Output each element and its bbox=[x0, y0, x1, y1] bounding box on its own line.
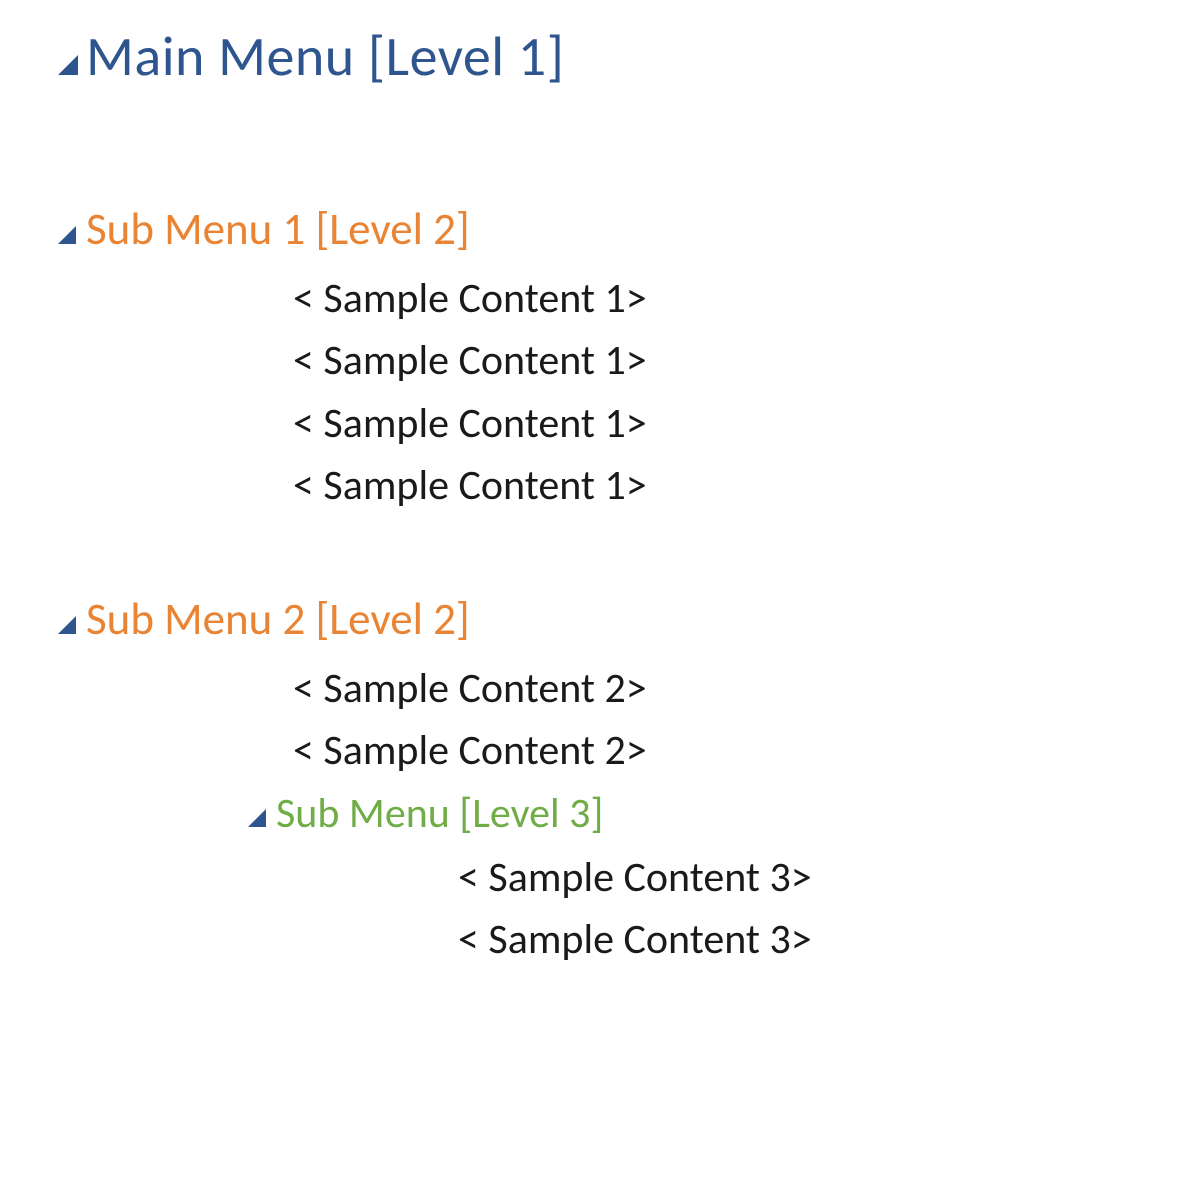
collapse-triangle-icon[interactable] bbox=[58, 592, 86, 648]
heading-level-3-text: Sub Menu [Level 3] bbox=[276, 788, 603, 841]
heading-level-2[interactable]: Sub Menu 1 [Level 2] bbox=[58, 202, 1177, 258]
heading-level-1-text: Main Menu [Level 1] bbox=[86, 22, 564, 92]
content-line: < Sample Content 1> bbox=[293, 455, 1177, 517]
content-line: < Sample Content 1> bbox=[293, 330, 1177, 392]
content-line: < Sample Content 2> bbox=[293, 658, 1177, 720]
heading-level-1[interactable]: Main Menu [Level 1] bbox=[58, 22, 1177, 92]
content-line: < Sample Content 1> bbox=[293, 393, 1177, 455]
collapse-triangle-icon[interactable] bbox=[58, 202, 86, 258]
content-line: < Sample Content 3> bbox=[458, 847, 1177, 909]
heading-level-2-text: Sub Menu 2 [Level 2] bbox=[86, 592, 470, 648]
content-line: < Sample Content 1> bbox=[293, 268, 1177, 330]
heading-level-3[interactable]: Sub Menu [Level 3] bbox=[248, 788, 1177, 841]
content-line: < Sample Content 2> bbox=[293, 720, 1177, 782]
content-line: < Sample Content 3> bbox=[458, 909, 1177, 971]
heading-level-2[interactable]: Sub Menu 2 [Level 2] bbox=[58, 592, 1177, 648]
collapse-triangle-icon[interactable] bbox=[58, 22, 86, 92]
collapse-triangle-icon[interactable] bbox=[248, 788, 276, 841]
heading-level-2-text: Sub Menu 1 [Level 2] bbox=[86, 202, 470, 258]
